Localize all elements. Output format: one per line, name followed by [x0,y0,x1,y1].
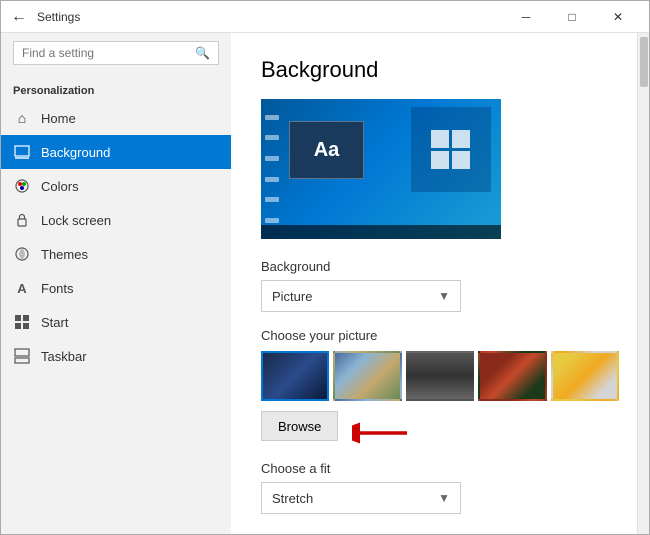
fonts-icon: A [13,279,31,297]
content-area: 🔍 Personalization ⌂ Home Background [1,33,649,534]
sidebar-item-colors[interactable]: Colors [1,169,231,203]
colors-icon [13,177,31,195]
browse-row: Browse [261,411,619,457]
search-box[interactable]: 🔍 [13,41,219,65]
sidebar-item-fonts[interactable]: A Fonts [1,271,231,305]
sidebar-item-label-fonts: Fonts [41,281,74,296]
desktop-preview: Aa [261,99,501,239]
search-icon: 🔍 [195,46,210,60]
titlebar-left: ← Settings [9,7,80,27]
fit-dropdown-value: Stretch [272,491,313,506]
fit-dropdown[interactable]: Stretch ▼ [261,482,461,514]
background-dropdown[interactable]: Picture ▼ [261,280,461,312]
sidebar-item-label-themes: Themes [41,247,88,262]
background-label: Background [261,259,619,274]
picture-thumb-4[interactable] [478,351,546,401]
sidebar-item-background[interactable]: Background [1,135,231,169]
back-button[interactable]: ← [9,7,29,27]
sidebar-item-label-home: Home [41,111,76,126]
sidebar-item-taskbar[interactable]: Taskbar [1,339,231,373]
close-button[interactable]: ✕ [595,1,641,33]
choose-fit-label: Choose a fit [261,461,619,476]
arrow-indicator [352,419,412,450]
lock-icon [13,211,31,229]
picture-grid [261,351,619,401]
picture-thumb-5[interactable] [551,351,619,401]
sidebar-item-label-colors: Colors [41,179,79,194]
search-input[interactable] [22,46,195,60]
sidebar-item-label-start: Start [41,315,68,330]
window-title: Settings [37,10,80,24]
taskbar-icon [13,347,31,365]
sidebar-item-label-background: Background [41,145,110,160]
sidebar-item-start[interactable]: Start [1,305,231,339]
sidebar-item-lock-screen[interactable]: Lock screen [1,203,231,237]
preview-aa-text: Aa [314,139,340,162]
picture-thumb-2[interactable] [333,351,401,401]
preview-aa-window: Aa [289,121,364,179]
main-content: Background [231,33,649,534]
sidebar-section-label: Personalization [1,77,231,101]
fit-dropdown-arrow-icon: ▼ [438,491,450,505]
preview-stripes [261,99,283,239]
start-icon [13,313,31,331]
maximize-button[interactable]: □ [549,1,595,33]
sidebar: 🔍 Personalization ⌂ Home Background [1,33,231,534]
background-icon [13,143,31,161]
scrollbar-thumb[interactable] [640,37,648,87]
titlebar: ← Settings ─ □ ✕ [1,1,649,33]
themes-icon [13,245,31,263]
sidebar-item-home[interactable]: ⌂ Home [1,101,231,135]
page-title: Background [261,57,619,83]
background-dropdown-value: Picture [272,289,312,304]
preview-taskbar [261,225,501,239]
main-scrollbar[interactable] [637,33,649,534]
picture-thumb-3[interactable] [406,351,474,401]
dropdown-arrow-icon: ▼ [438,289,450,303]
sidebar-item-label-lock-screen: Lock screen [41,213,111,228]
window-controls: ─ □ ✕ [503,1,641,33]
sidebar-item-themes[interactable]: Themes [1,237,231,271]
sidebar-item-label-taskbar: Taskbar [41,349,87,364]
fit-section: Choose a fit Stretch ▼ [261,461,619,514]
preview-logo-area [411,107,491,192]
minimize-button[interactable]: ─ [503,1,549,33]
preview-changes-label: Preview your changes [261,530,619,534]
browse-button[interactable]: Browse [261,411,338,441]
choose-picture-label: Choose your picture [261,328,619,343]
picture-thumb-1[interactable] [261,351,329,401]
preview-desktop: Aa [261,99,501,239]
settings-window: ← Settings ─ □ ✕ 🔍 Personalization ⌂ Hom… [0,0,650,535]
home-icon: ⌂ [13,109,31,127]
